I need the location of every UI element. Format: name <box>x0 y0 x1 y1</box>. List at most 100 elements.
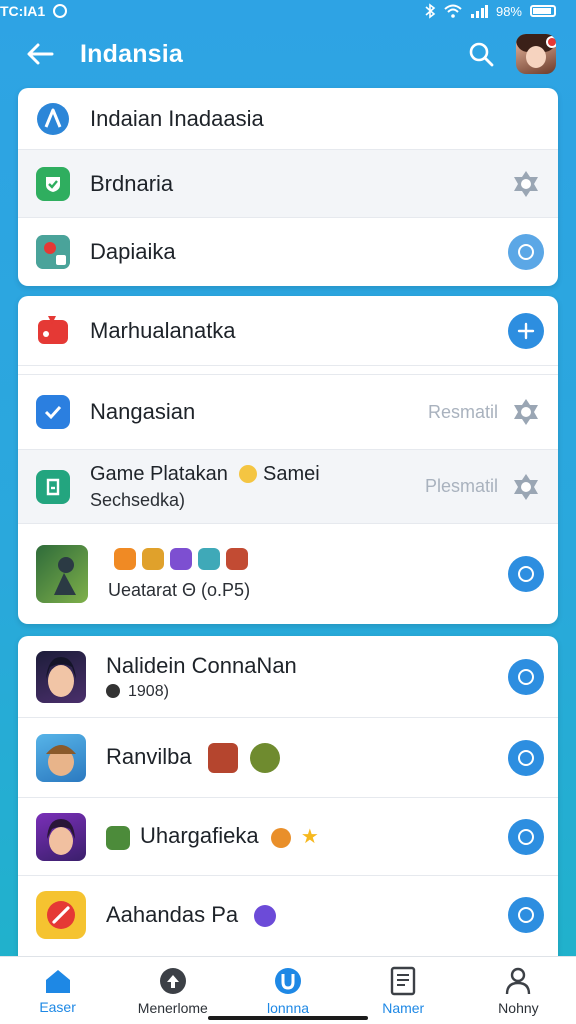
nav-item-profile[interactable]: Nohny <box>461 957 576 1024</box>
status-left: TC:IA1 <box>0 3 68 19</box>
gear-icon <box>514 399 538 425</box>
contact-avatar <box>36 812 86 861</box>
item-label: Brdnaria <box>90 170 174 196</box>
nav-item-center[interactable]: lonnna <box>230 957 345 1024</box>
nav-item-explore[interactable]: Menerlome <box>115 957 230 1024</box>
settings-gear-button[interactable] <box>508 469 544 505</box>
list-item[interactable]: Ranvilba <box>18 718 558 798</box>
person-icon <box>506 967 531 994</box>
document-icon <box>391 966 416 995</box>
toggle-button[interactable] <box>508 818 544 855</box>
search-button[interactable] <box>456 29 506 79</box>
list-item[interactable]: Brdnaria <box>18 150 558 218</box>
circle-icon <box>518 828 534 845</box>
contact-avatar <box>36 650 86 703</box>
bookmark-icon <box>36 314 70 348</box>
game-store-icon <box>36 469 70 504</box>
emoji-icon <box>239 465 258 484</box>
list-item[interactable]: Marhualanatka <box>18 296 558 366</box>
nav-label: Nohny <box>498 999 539 1016</box>
item-subtitle: Sechsedka) <box>90 489 186 510</box>
nav-label: Menerlome <box>137 999 208 1016</box>
contact-name: Ranvilba <box>106 743 192 769</box>
page-title: Indansia <box>80 39 184 68</box>
contact-count: 1908) <box>128 682 169 700</box>
circle-icon <box>518 907 534 923</box>
circle-icon <box>518 244 534 260</box>
back-button[interactable] <box>10 24 70 84</box>
navigation-app-icon <box>36 102 70 136</box>
bottom-navigation: Easer Menerlome lonnna Namer Nohny <box>0 956 576 1024</box>
toggle-button[interactable] <box>508 739 544 776</box>
item-label: Game Platakan Samei <box>90 463 425 486</box>
item-subtitle: Ueatarat Θ (o.P5) <box>108 579 251 600</box>
item-trailing-text: Plesmatil <box>424 476 498 496</box>
circle-icon <box>518 749 534 766</box>
arrow-up-circle-icon <box>159 967 186 994</box>
status-right: 98% <box>424 3 556 19</box>
toggle-button[interactable] <box>508 234 544 270</box>
map-pin-icon <box>36 235 70 269</box>
settings-card-1: Indaian Inadaasia Brdnaria Dapiaika <box>18 88 558 286</box>
item-title-suffix: Samei <box>262 462 320 485</box>
circle-icon <box>518 668 534 685</box>
nav-item-docs[interactable]: Namer <box>346 957 461 1024</box>
checkbox-icon <box>36 395 70 429</box>
game-badges <box>108 547 508 570</box>
status-time: TC:IA1 <box>0 3 46 19</box>
badge-icon <box>198 547 220 570</box>
notification-icon <box>53 4 68 18</box>
list-item[interactable]: Indaian Inadaasia <box>18 88 558 150</box>
list-item[interactable]: Dapiaika <box>18 218 558 286</box>
contact-name: Nalidein ConnaNan <box>106 652 297 678</box>
item-trailing-text: Resmatil <box>427 401 498 422</box>
sticker-icon <box>106 825 130 850</box>
status-bar: TC:IA1 98% <box>0 0 576 22</box>
list-item[interactable]: Nangasian Resmatil <box>18 374 558 450</box>
toggle-button[interactable] <box>508 556 544 592</box>
toggle-button[interactable] <box>508 658 544 695</box>
settings-gear-button[interactable] <box>508 166 544 202</box>
contact-name-row: Ranvilba <box>106 742 508 773</box>
list-item[interactable]: Uhargafieka ★ <box>18 798 558 876</box>
bluetooth-icon <box>425 3 436 19</box>
list-item[interactable]: Aahandas Pa <box>18 876 558 954</box>
nav-label: Namer <box>382 999 425 1016</box>
item-label: Nangasian <box>90 399 196 424</box>
sticker-icon <box>249 742 280 773</box>
badge-icon <box>170 547 192 570</box>
list-item[interactable]: Game Platakan Samei Sechsedka) Plesmatil <box>18 450 558 524</box>
home-indicator <box>208 1016 368 1020</box>
star-icon: ★ <box>300 826 319 849</box>
notification-badge <box>546 36 556 48</box>
gear-icon <box>514 170 538 197</box>
signal-icon <box>470 5 488 18</box>
contact-name-row: Aahandas Pa <box>106 902 508 928</box>
battery-icon <box>530 5 556 17</box>
list-item[interactable]: Ueatarat Θ (o.P5) <box>18 524 558 624</box>
settings-card-2: Marhualanatka Nangasian Resmatil Game Pl… <box>18 296 558 624</box>
nav-label: lonnna <box>266 999 310 1016</box>
sticker-icon <box>270 827 291 848</box>
list-item[interactable]: Nalidein ConnaNan 1908) <box>18 636 558 718</box>
add-button[interactable] <box>508 312 544 349</box>
nav-item-home[interactable]: Easer <box>0 957 115 1024</box>
status-icon <box>106 684 120 699</box>
toggle-button[interactable] <box>508 897 544 933</box>
shield-check-icon <box>36 166 70 201</box>
nav-label: Easer <box>39 998 76 1015</box>
settings-gear-button[interactable] <box>508 394 544 430</box>
contact-subtitle: 1908) <box>106 683 508 701</box>
sticker-icon <box>207 742 238 773</box>
moon-icon <box>254 905 277 928</box>
circle-icon <box>518 566 534 582</box>
u-shape-icon <box>275 967 301 994</box>
item-label: Dapiaika <box>90 239 176 264</box>
badge-icon <box>226 547 248 570</box>
plus-icon <box>517 322 535 339</box>
profile-avatar[interactable] <box>516 34 556 74</box>
item-title: Game Platakan <box>90 462 228 485</box>
contact-name: Aahandas Pa <box>106 902 239 927</box>
contacts-card: Nalidein ConnaNan 1908) Ranvilba Uhargaf… <box>18 636 558 966</box>
pencil-app-icon <box>36 891 86 939</box>
